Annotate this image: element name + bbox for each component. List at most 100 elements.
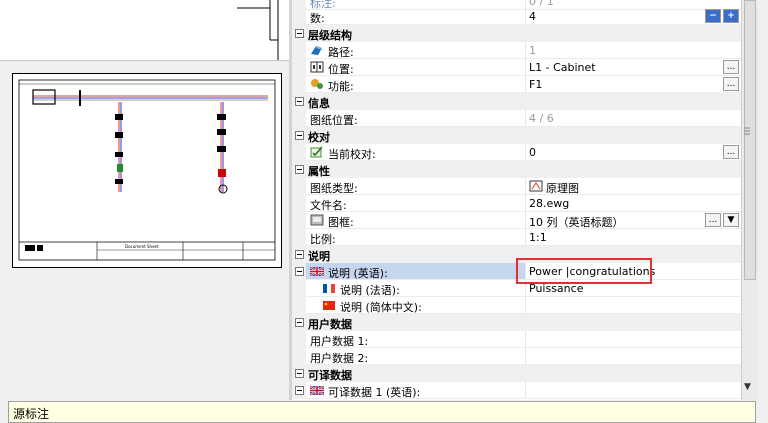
category-row[interactable]: 可译数据 bbox=[292, 365, 741, 382]
collapse-toggle-icon[interactable] bbox=[295, 29, 304, 38]
collapse-toggle-icon[interactable] bbox=[295, 369, 304, 378]
property-row[interactable]: 图纸位置: 4 / 6 bbox=[292, 110, 741, 127]
property-label: 说明 (英语): bbox=[328, 267, 388, 280]
collapse-toggle-icon[interactable] bbox=[295, 318, 304, 327]
ellipsis-button[interactable]: ... bbox=[705, 213, 721, 227]
column-separator bbox=[525, 42, 526, 59]
row-gutter bbox=[292, 59, 306, 76]
property-row[interactable]: 用户数据 2: bbox=[292, 348, 741, 365]
property-label: 当前校对: bbox=[328, 148, 376, 161]
property-row[interactable]: 功能: F1... bbox=[292, 76, 741, 93]
row-gutter bbox=[292, 144, 306, 161]
row-gutter bbox=[292, 348, 306, 365]
scroll-down-arrow-icon[interactable]: ▼ bbox=[744, 382, 751, 392]
category-row[interactable]: 层级结构 bbox=[292, 25, 741, 42]
property-row[interactable]: 文件名: 28.ewg bbox=[292, 195, 741, 212]
scrollbar-thumb[interactable] bbox=[744, 0, 756, 280]
property-value[interactable]: 10 列（英语标题） bbox=[529, 214, 624, 230]
category-label: 校对 bbox=[308, 131, 330, 144]
collapse-toggle-icon[interactable] bbox=[295, 250, 304, 259]
column-separator bbox=[525, 144, 526, 161]
property-label: 比例: bbox=[310, 233, 336, 246]
property-value[interactable]: 0 / 1 bbox=[529, 0, 554, 8]
category-label: 用户数据 bbox=[308, 318, 352, 331]
fr-flag-icon bbox=[323, 284, 335, 293]
ellipsis-button[interactable]: ... bbox=[723, 60, 739, 74]
category-label: 信息 bbox=[308, 97, 330, 110]
property-label: 图纸位置: bbox=[310, 114, 358, 127]
cn-flag-icon bbox=[323, 301, 335, 310]
revision-icon bbox=[310, 146, 323, 158]
property-row[interactable]: 用户数据 1: bbox=[292, 331, 741, 348]
collapse-toggle-icon[interactable] bbox=[295, 267, 304, 276]
ellipsis-button[interactable]: ... bbox=[723, 77, 739, 91]
collapse-toggle-icon[interactable] bbox=[295, 97, 304, 106]
scrollbar-grip-icon bbox=[744, 127, 750, 135]
drawing-canvas-top[interactable] bbox=[0, 0, 292, 61]
category-row[interactable]: 用户数据 bbox=[292, 314, 741, 331]
column-separator bbox=[525, 59, 526, 76]
property-row[interactable]: 说明 (简体中文): bbox=[292, 297, 741, 314]
property-value[interactable]: L1 - Cabinet bbox=[529, 61, 596, 74]
category-label: 层级结构 bbox=[308, 29, 352, 42]
uk-flag-icon bbox=[310, 266, 324, 277]
category-row[interactable]: 校对 bbox=[292, 127, 741, 144]
row-gutter bbox=[292, 8, 306, 25]
property-row[interactable]: 数: 4 − + bbox=[292, 8, 741, 25]
property-row[interactable]: 图纸类型: 原理图 bbox=[292, 178, 741, 195]
collapse-toggle-icon[interactable] bbox=[295, 165, 304, 174]
dropdown-arrow-icon[interactable]: ▼ bbox=[723, 213, 739, 227]
drawing-preview-pane: Document Sheet bbox=[0, 0, 292, 400]
property-value[interactable]: 1 bbox=[529, 44, 536, 57]
property-label: 图纸类型: bbox=[310, 182, 358, 195]
property-label: 用户数据 1: bbox=[310, 335, 369, 348]
collapse-toggle-icon[interactable] bbox=[295, 386, 304, 395]
collapse-toggle-icon[interactable] bbox=[295, 131, 304, 140]
property-label: 说明 (法语): bbox=[340, 284, 400, 297]
property-grid: 标注: 0 / 1 数: 4− + 层级结构 路径: 1 位置: L1 - Cabinet... 功… bbox=[292, 0, 741, 400]
right-border bbox=[758, 0, 768, 400]
row-gutter bbox=[292, 229, 306, 246]
property-label: 数: bbox=[310, 12, 325, 25]
column-separator bbox=[525, 348, 526, 365]
row-gutter bbox=[292, 178, 306, 195]
column-separator bbox=[525, 212, 526, 229]
decrement-button[interactable]: − bbox=[705, 9, 721, 23]
property-value[interactable]: F1 bbox=[529, 78, 542, 91]
property-row[interactable]: 比例: 1:1 bbox=[292, 229, 741, 246]
row-gutter bbox=[292, 110, 306, 127]
property-value[interactable]: 4 bbox=[529, 10, 536, 23]
row-gutter bbox=[292, 297, 306, 314]
category-row[interactable]: 信息 bbox=[292, 93, 741, 110]
property-label: 位置: bbox=[328, 63, 354, 76]
uk-flag-icon bbox=[310, 385, 324, 396]
row-gutter bbox=[292, 42, 306, 59]
property-value[interactable]: 原理图 bbox=[546, 180, 579, 196]
property-row[interactable]: 路径: 1 bbox=[292, 42, 741, 59]
property-value[interactable]: 4 / 6 bbox=[529, 112, 554, 125]
ellipsis-button[interactable]: ... bbox=[723, 145, 739, 159]
schematic-icon bbox=[529, 180, 543, 192]
column-separator bbox=[525, 76, 526, 93]
column-separator bbox=[525, 331, 526, 348]
title-block-text: Document Sheet bbox=[125, 244, 159, 249]
category-label: 属性 bbox=[308, 165, 330, 178]
property-label: 路径: bbox=[328, 46, 354, 59]
increment-button[interactable]: + bbox=[723, 9, 739, 23]
property-row[interactable]: 当前校对: 0... bbox=[292, 144, 741, 161]
column-separator bbox=[525, 178, 526, 195]
property-row[interactable]: 图框: 10 列（英语标题）... ▼ bbox=[292, 212, 741, 229]
category-label: 说明 bbox=[308, 250, 330, 263]
property-row[interactable]: 位置: L1 - Cabinet... bbox=[292, 59, 741, 76]
grid-scrollbar[interactable] bbox=[741, 0, 759, 400]
column-separator bbox=[525, 229, 526, 246]
row-gutter bbox=[292, 212, 306, 229]
category-row[interactable]: 属性 bbox=[292, 161, 741, 178]
sheet-thumbnail[interactable]: Document Sheet bbox=[12, 73, 282, 268]
property-value[interactable]: 28.ewg bbox=[529, 197, 569, 210]
property-value[interactable]: 1:1 bbox=[529, 231, 547, 244]
property-value[interactable]: 0 bbox=[529, 146, 536, 159]
column-separator bbox=[525, 8, 526, 25]
property-row[interactable]: 可译数据 1 (英语): bbox=[292, 382, 741, 399]
description-status-bar: 源标注 bbox=[8, 401, 756, 423]
